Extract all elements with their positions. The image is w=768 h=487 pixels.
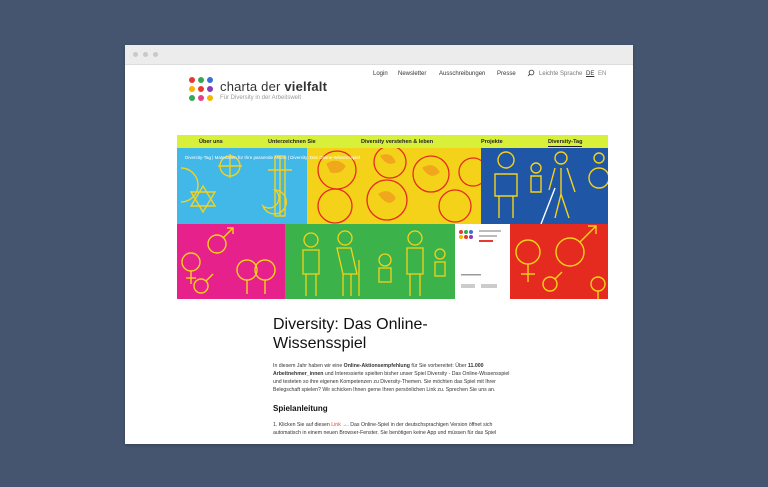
- topnav-easy-language-link[interactable]: Leichte Sprache: [539, 71, 582, 77]
- logo-dot: [189, 77, 195, 83]
- logo-name-bold: vielfalt: [284, 79, 328, 94]
- page-title: Diversity: Das Online-Wissensspiel: [273, 316, 428, 352]
- nav-item-projekte[interactable]: Projekte: [481, 139, 503, 145]
- logo-dot: [198, 95, 204, 101]
- age-generations-tile: [285, 224, 455, 299]
- section-heading: Spielanleitung: [273, 404, 328, 413]
- nav-item-diversity-verstehen[interactable]: Diversity verstehen & leben: [361, 139, 433, 145]
- logo-dot: [207, 77, 213, 83]
- nav-item-unterzeichnen[interactable]: Unterzeichnen Sie: [268, 139, 316, 145]
- intro-bold: Online-Aktionsempfehlung: [343, 363, 410, 369]
- logo-name-regular: charta der: [220, 79, 285, 94]
- window-maximize-dot[interactable]: [153, 52, 158, 57]
- topnav-ausschreibungen-link[interactable]: Ausschreibungen: [439, 71, 485, 77]
- article-content: Diversity: Das Online-Wissensspiel In di…: [273, 315, 513, 437]
- browser-window: Login Newsletter Ausschreibungen Presse …: [125, 45, 633, 444]
- nav-item-diversity-tag[interactable]: Diversity-Tag: [548, 139, 583, 147]
- web-page: Login Newsletter Ausschreibungen Presse …: [125, 65, 633, 444]
- window-close-dot[interactable]: [133, 52, 138, 57]
- search-icon[interactable]: [527, 69, 535, 79]
- game-link[interactable]: Link →: [331, 422, 347, 428]
- logo-dot: [207, 86, 213, 92]
- topnav-login-link[interactable]: Login: [373, 71, 388, 77]
- intro-paragraph: In diesem Jahr haben wir eine Online-Akt…: [273, 362, 513, 394]
- disability-tile: [481, 148, 608, 224]
- breadcrumb[interactable]: Diversity-Tag | Materialien für Ihre pas…: [185, 155, 360, 160]
- intro-text: In diesem Jahr haben wir eine: [273, 363, 344, 369]
- logo-tagline: Für Diversity in der Arbeitswelt: [220, 95, 302, 101]
- topnav-presse-link[interactable]: Presse: [497, 71, 516, 77]
- main-navigation: Über uns Unterzeichnen Sie Diversity ver…: [177, 135, 608, 148]
- instruction-step: 1. Klicken Sie auf diesen Link →. Das On…: [273, 421, 513, 437]
- step-text: 1. Klicken Sie auf diesen: [273, 422, 332, 428]
- logo-dot: [198, 77, 204, 83]
- logo-dot: [207, 95, 213, 101]
- diversity-day-poster-tile: [455, 224, 510, 299]
- lang-de-link[interactable]: DE: [586, 71, 594, 77]
- logo-dot: [189, 86, 195, 92]
- logo-dot: [189, 95, 195, 101]
- gender-symbols-red-tile: [510, 224, 608, 299]
- window-minimize-dot[interactable]: [143, 52, 148, 57]
- window-titlebar: [125, 45, 633, 65]
- topnav-newsletter-link[interactable]: Newsletter: [398, 71, 426, 77]
- logo-dot: [198, 86, 204, 92]
- gender-symbols-tile: [177, 224, 285, 299]
- nav-item-ueber-uns[interactable]: Über uns: [199, 139, 223, 145]
- intro-text: für Sie vorbereitet: Über: [409, 363, 468, 369]
- logo-wordmark[interactable]: charta der vielfalt: [220, 79, 327, 94]
- lang-en-link[interactable]: EN: [598, 71, 606, 77]
